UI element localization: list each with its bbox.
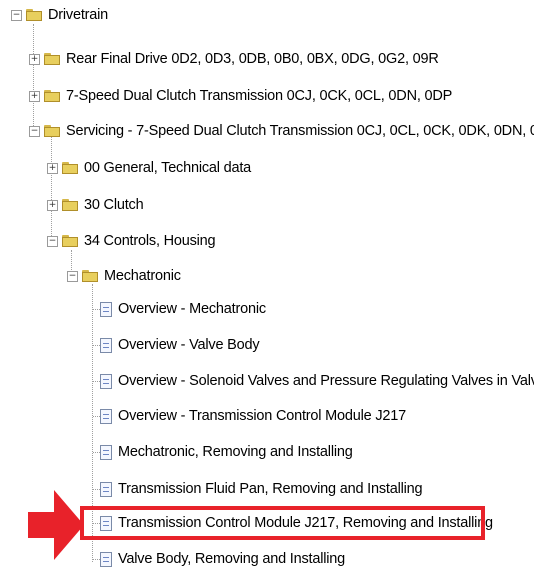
expand-icon[interactable]: + <box>47 199 58 211</box>
tree-node-general-technical-data[interactable]: + 00 General, Technical data <box>47 157 251 179</box>
arrow-right-icon <box>28 490 84 560</box>
folder-icon <box>62 199 78 211</box>
tree-connector <box>33 24 34 132</box>
navigation-tree: − Drivetrain + Rear Final Drive 0D2, 0D3… <box>0 0 534 577</box>
tree-connector <box>93 452 100 453</box>
tree-node-label: Servicing - 7-Speed Dual Clutch Transmis… <box>66 123 534 139</box>
tree-doc-mechatronic-removing-installing[interactable]: Mechatronic, Removing and Installing <box>100 441 353 463</box>
tree-doc-overview-valve-body[interactable]: Overview - Valve Body <box>100 334 260 356</box>
folder-icon <box>44 53 60 65</box>
tree-connector <box>93 309 100 310</box>
tree-doc-overview-tcm-j217[interactable]: Overview - Transmission Control Module J… <box>100 405 406 427</box>
highlight-box <box>80 506 485 540</box>
tree-connector <box>93 559 100 560</box>
collapse-icon[interactable]: − <box>29 125 40 137</box>
folder-icon <box>44 125 60 137</box>
collapse-icon[interactable]: − <box>67 270 78 282</box>
tree-node-controls-housing[interactable]: − 34 Controls, Housing <box>47 230 216 252</box>
folder-icon <box>62 235 78 247</box>
tree-node-servicing-dct[interactable]: − Servicing - 7-Speed Dual Clutch Transm… <box>29 120 534 142</box>
tree-node-label: Overview - Mechatronic <box>118 301 266 317</box>
tree-doc-overview-solenoid-valves[interactable]: Overview - Solenoid Valves and Pressure … <box>100 370 534 392</box>
document-icon <box>100 444 112 460</box>
collapse-icon[interactable]: − <box>11 9 22 21</box>
document-icon <box>100 551 112 567</box>
document-icon <box>100 408 112 424</box>
tree-node-label: Overview - Valve Body <box>118 337 260 353</box>
expand-icon[interactable]: + <box>29 53 40 65</box>
tree-node-label: Mechatronic <box>104 268 181 284</box>
document-icon <box>100 337 112 353</box>
document-icon <box>100 301 112 317</box>
tree-doc-fluid-pan-removing-installing[interactable]: Transmission Fluid Pan, Removing and Ins… <box>100 478 423 500</box>
tree-node-label: 34 Controls, Housing <box>84 233 216 249</box>
document-icon <box>100 373 112 389</box>
tree-node-rear-final-drive[interactable]: + Rear Final Drive 0D2, 0D3, 0DB, 0B0, 0… <box>29 48 439 70</box>
tree-connector <box>93 381 100 382</box>
expand-icon[interactable]: + <box>29 90 40 102</box>
tree-node-label: 7-Speed Dual Clutch Transmission 0CJ, 0C… <box>66 88 453 104</box>
tree-connector <box>93 489 100 490</box>
tree-node-label: Overview - Solenoid Valves and Pressure … <box>118 373 534 389</box>
tree-node-label: Valve Body, Removing and Installing <box>118 551 346 567</box>
collapse-icon[interactable]: − <box>47 235 58 247</box>
tree-node-mechatronic[interactable]: − Mechatronic <box>67 265 181 287</box>
tree-node-clutch[interactable]: + 30 Clutch <box>47 194 144 216</box>
tree-node-label: Overview - Transmission Control Module J… <box>118 408 406 424</box>
tree-connector <box>93 416 100 417</box>
folder-icon <box>44 90 60 102</box>
tree-node-label: Transmission Fluid Pan, Removing and Ins… <box>118 481 423 497</box>
tree-node-drivetrain[interactable]: − Drivetrain <box>11 4 108 26</box>
tree-node-label: Drivetrain <box>48 7 109 23</box>
tree-doc-overview-mechatronic[interactable]: Overview - Mechatronic <box>100 298 266 320</box>
tree-node-7-speed-dct[interactable]: + 7-Speed Dual Clutch Transmission 0CJ, … <box>29 85 452 107</box>
folder-icon <box>26 9 42 21</box>
tree-connector <box>93 345 100 346</box>
expand-icon[interactable]: + <box>47 162 58 174</box>
tree-node-label: 00 General, Technical data <box>84 160 252 176</box>
folder-icon <box>62 162 78 174</box>
tree-doc-valve-body-removing-installing[interactable]: Valve Body, Removing and Installing <box>100 548 345 570</box>
tree-node-label: Mechatronic, Removing and Installing <box>118 444 353 460</box>
tree-node-label: 30 Clutch <box>84 197 144 213</box>
tree-node-label: Rear Final Drive 0D2, 0D3, 0DB, 0B0, 0BX… <box>66 51 439 67</box>
folder-icon <box>82 270 98 282</box>
document-icon <box>100 481 112 497</box>
